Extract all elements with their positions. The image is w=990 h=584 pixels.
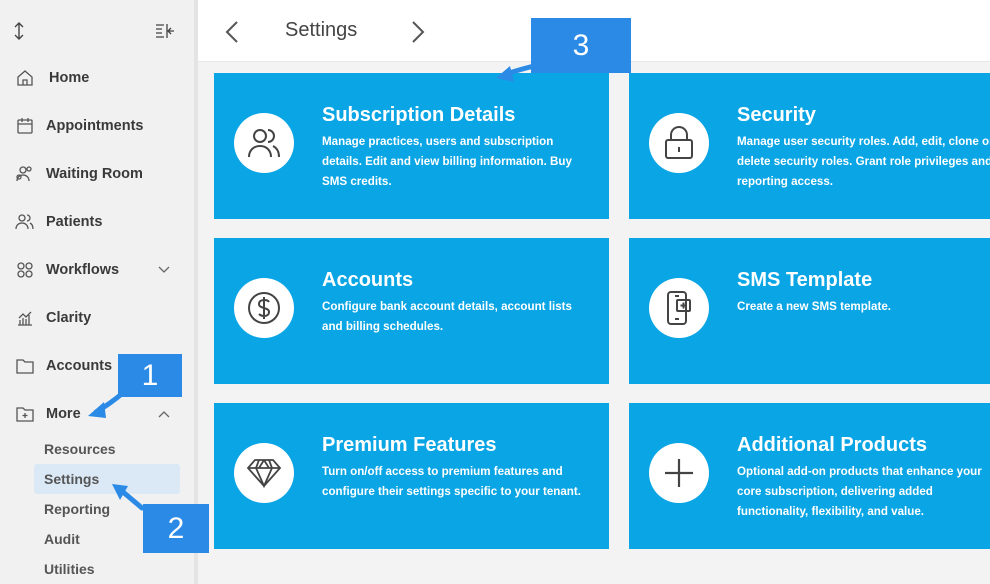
diamond-icon xyxy=(234,443,294,503)
sidebar-item-label: Home xyxy=(49,70,90,86)
lock-icon xyxy=(649,113,709,173)
users-icon xyxy=(234,113,294,173)
chevron-up-icon[interactable] xyxy=(156,406,172,422)
mobile-message-icon xyxy=(649,278,709,338)
card-sms-template[interactable]: SMS Template Create a new SMS template. xyxy=(629,238,990,384)
sidebar-item-clarity[interactable]: Clarity xyxy=(0,298,194,338)
card-description: Create a new SMS template. xyxy=(737,300,891,313)
card-premium-features[interactable]: Premium Features Turn on/off access to p… xyxy=(214,403,609,549)
collapse-sidebar-icon[interactable] xyxy=(152,18,178,44)
calendar-icon xyxy=(14,115,36,137)
card-security[interactable]: Security Manage user security roles. Add… xyxy=(629,73,990,219)
dollar-icon xyxy=(234,278,294,338)
sidebar-item-label: Appointments xyxy=(46,118,144,134)
sidebar-item-more[interactable]: More xyxy=(0,394,194,434)
sidebar: Home Appointments Waiting Room Patients … xyxy=(0,0,194,584)
card-description: Manage practices, users and subscription… xyxy=(322,135,572,188)
callout-badge-2: 2 xyxy=(143,504,209,553)
card-description: Configure bank account details, account … xyxy=(322,300,572,333)
page-title: Settings xyxy=(285,19,358,41)
sidebar-item-label: Clarity xyxy=(46,310,92,326)
callout-badge-1: 1 xyxy=(118,354,182,397)
sidebar-item-home[interactable]: Home xyxy=(0,58,194,98)
sidebar-item-waiting-room[interactable]: Waiting Room xyxy=(0,154,194,194)
submenu-item-settings[interactable]: Settings xyxy=(34,464,180,494)
home-icon xyxy=(14,67,36,89)
sidebar-item-label: Patients xyxy=(46,214,103,230)
card-subscription-details[interactable]: Subscription Details Manage practices, u… xyxy=(214,73,609,219)
workflow-icon xyxy=(14,259,36,281)
folder-icon xyxy=(14,355,36,377)
chart-icon xyxy=(14,307,36,329)
plus-icon xyxy=(649,443,709,503)
card-title: Subscription Details xyxy=(322,104,516,126)
sidebar-item-workflows[interactable]: Workflows xyxy=(0,250,194,290)
people-icon xyxy=(14,163,36,185)
sidebar-item-label: Waiting Room xyxy=(46,166,143,182)
card-title: Premium Features xyxy=(322,434,497,456)
sidebar-item-appointments[interactable]: Appointments xyxy=(0,106,194,146)
card-title: SMS Template xyxy=(737,269,873,291)
sort-arrows-icon[interactable] xyxy=(6,18,32,44)
submenu-item-utilities[interactable]: Utilities xyxy=(34,554,180,584)
card-title: Security xyxy=(737,104,816,126)
sidebar-item-label: More xyxy=(46,406,81,422)
callout-badge-3: 3 xyxy=(531,18,631,73)
users-icon xyxy=(14,211,36,233)
card-description: Optional add-on products that enhance yo… xyxy=(737,465,982,518)
card-additional-products[interactable]: Additional Products Optional add-on prod… xyxy=(629,403,990,549)
forward-arrow-icon[interactable] xyxy=(406,18,430,46)
card-title: Additional Products xyxy=(737,434,927,456)
sidebar-item-patients[interactable]: Patients xyxy=(0,202,194,242)
folder-plus-icon xyxy=(14,403,36,425)
card-title: Accounts xyxy=(322,269,414,291)
back-arrow-icon[interactable] xyxy=(220,18,244,46)
sidebar-item-label: Accounts xyxy=(46,358,113,374)
card-description: Manage user security roles. Add, edit, c… xyxy=(737,135,990,188)
card-accounts[interactable]: Accounts Configure bank account details,… xyxy=(214,238,609,384)
submenu-item-resources[interactable]: Resources xyxy=(34,434,180,464)
chevron-down-icon[interactable] xyxy=(156,262,172,278)
card-description: Turn on/off access to premium features a… xyxy=(322,465,581,498)
sidebar-item-label: Workflows xyxy=(46,262,120,278)
